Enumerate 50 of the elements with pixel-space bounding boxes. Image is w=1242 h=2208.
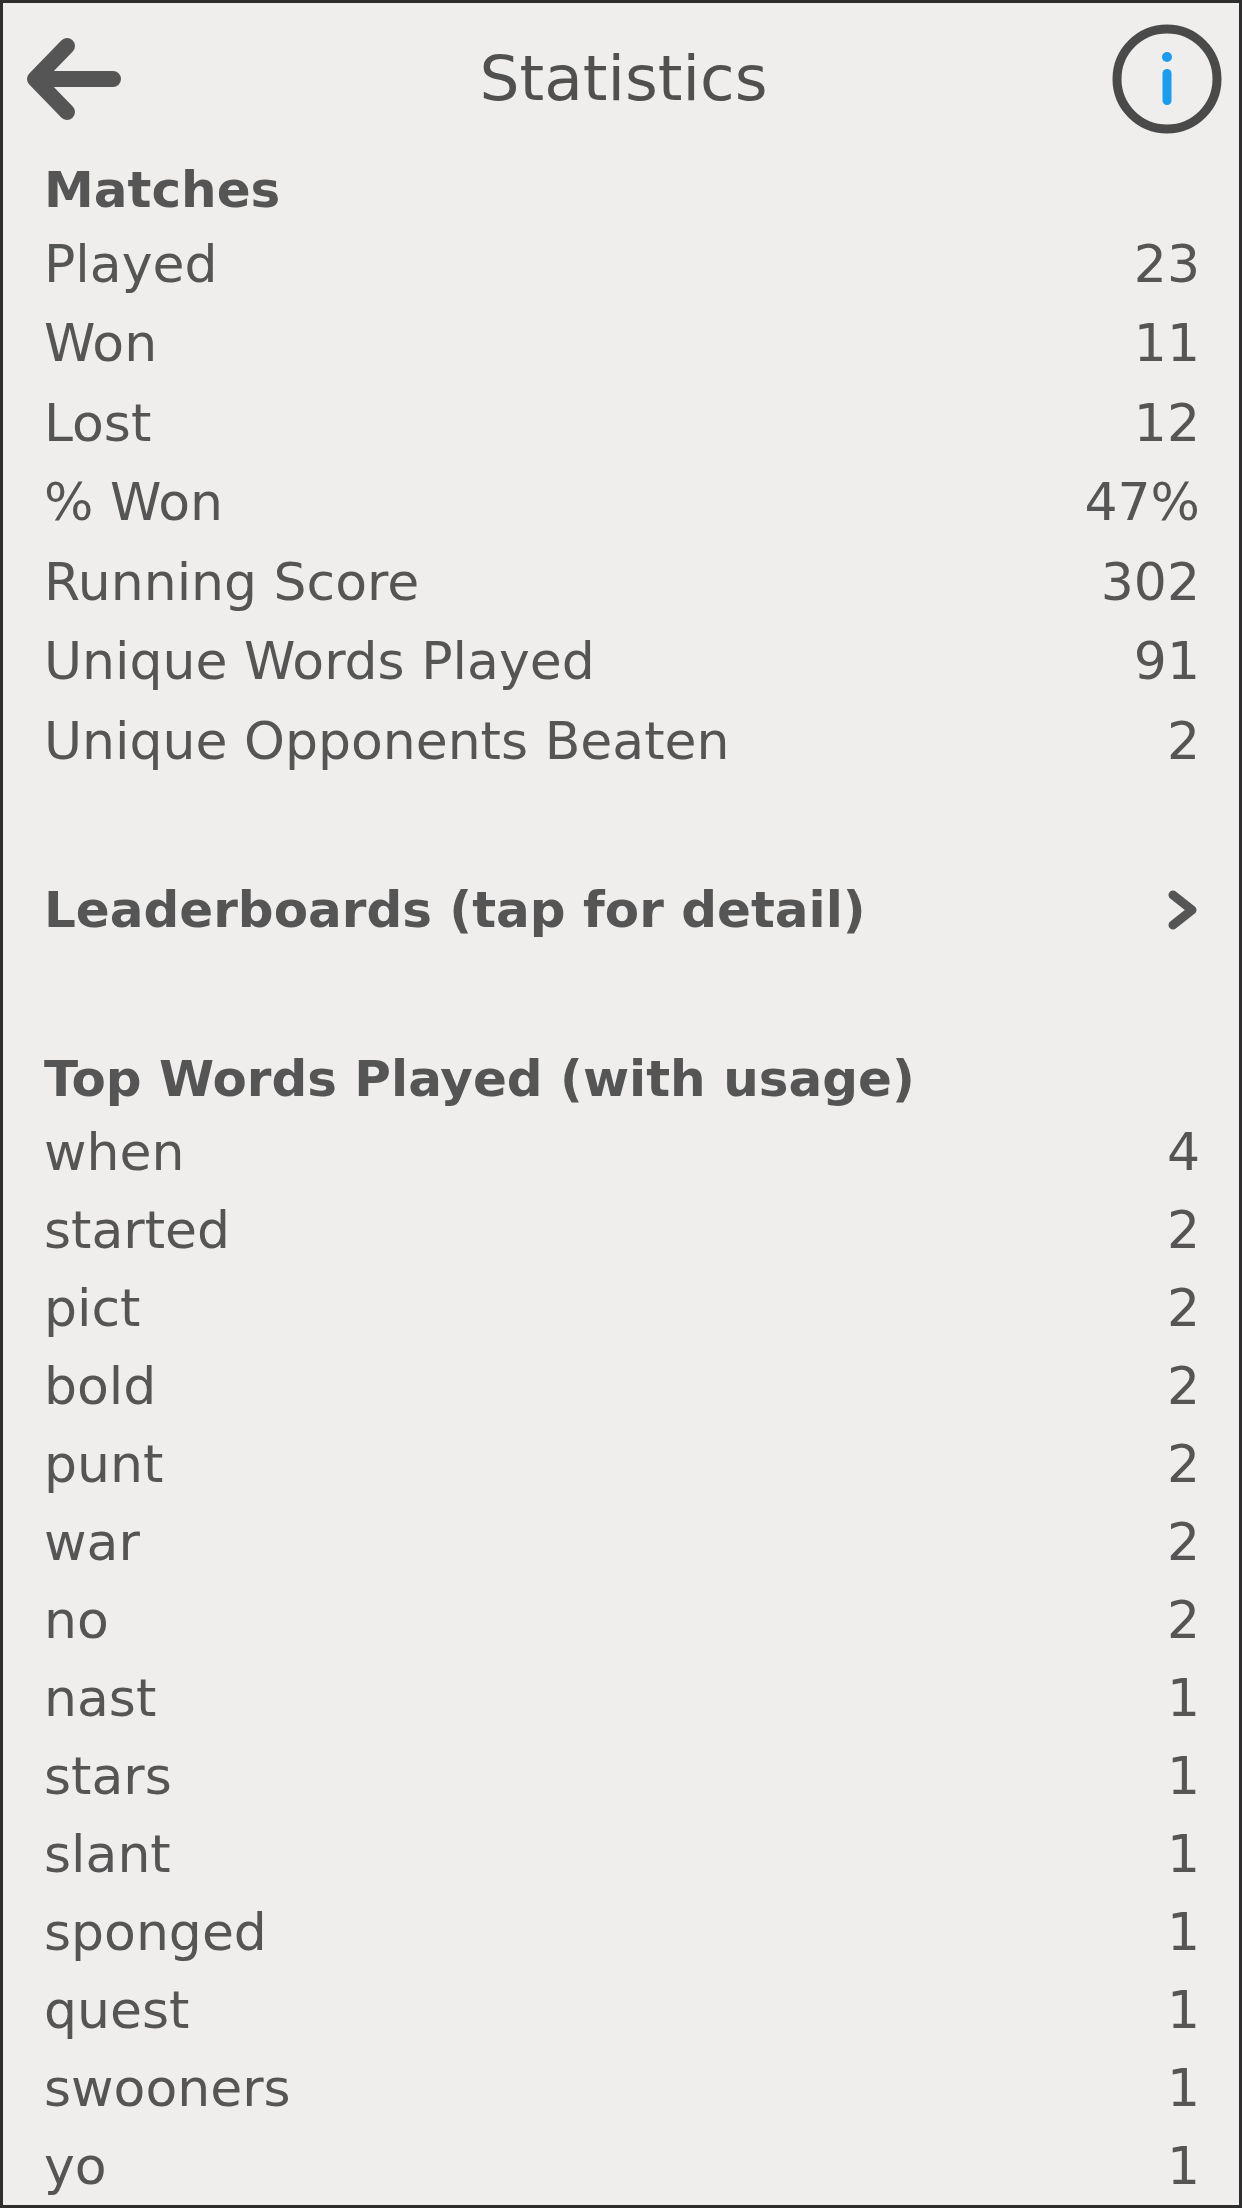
stat-value: 23 — [1133, 234, 1200, 295]
word-label: started — [44, 1200, 231, 1261]
usage-count: 1 — [1166, 1668, 1200, 1729]
info-icon — [1112, 24, 1222, 134]
stat-value: 302 — [1100, 552, 1200, 613]
usage-count: 4 — [1166, 1122, 1200, 1183]
usage-count: 1 — [1166, 1980, 1200, 2041]
word-label: sponged — [44, 1902, 267, 1963]
leaderboards-link[interactable]: Leaderboards (tap for detail) — [44, 869, 1200, 950]
word-label: bold — [44, 1356, 157, 1417]
section-heading: Top Words Played (with usage) — [44, 1048, 915, 1110]
word-label: yo — [44, 2136, 107, 2197]
usage-count: 1 — [1166, 1746, 1200, 1807]
stat-value: 12 — [1133, 393, 1200, 454]
word-label: slant — [44, 1824, 171, 1885]
word-label: when — [44, 1122, 185, 1183]
screen-title: Statistics — [479, 42, 768, 116]
stat-value: 2 — [1166, 711, 1200, 772]
usage-count: 2 — [1166, 1590, 1200, 1651]
stat-value: 91 — [1133, 632, 1200, 693]
stat-label: Unique Opponents Beaten — [44, 711, 730, 772]
stat-label: Running Score — [44, 552, 420, 613]
section-heading: Matches — [44, 160, 281, 221]
usage-count: 2 — [1166, 1200, 1200, 1261]
word-label: quest — [44, 1980, 190, 2041]
stat-label: Played — [44, 234, 218, 295]
word-label: nast — [44, 1668, 157, 1729]
usage-count: 1 — [1166, 2058, 1200, 2119]
usage-count: 1 — [1166, 1902, 1200, 1963]
word-label: no — [44, 1590, 109, 1651]
usage-count: 2 — [1166, 1512, 1200, 1573]
stat-label: % Won — [44, 473, 224, 534]
word-label: swooners — [44, 2058, 291, 2119]
stat-label: Unique Words Played — [44, 632, 595, 693]
back-button[interactable] — [25, 36, 121, 122]
usage-count: 2 — [1166, 1434, 1200, 1495]
word-label: stars — [44, 1746, 172, 1807]
stat-value: 11 — [1133, 314, 1200, 375]
word-label: pict — [44, 1278, 141, 1339]
usage-count: 1 — [1166, 2136, 1200, 2197]
stat-label: Won — [44, 314, 158, 375]
info-button[interactable] — [1112, 24, 1222, 134]
usage-count: 2 — [1166, 1278, 1200, 1339]
stat-value: 47% — [1084, 473, 1200, 534]
word-label: war — [44, 1512, 140, 1573]
stat-label: Lost — [44, 393, 152, 454]
back-arrow-icon — [25, 36, 121, 122]
usage-count: 2 — [1166, 1356, 1200, 1417]
word-label: punt — [44, 1434, 164, 1495]
usage-count: 1 — [1166, 1824, 1200, 1885]
